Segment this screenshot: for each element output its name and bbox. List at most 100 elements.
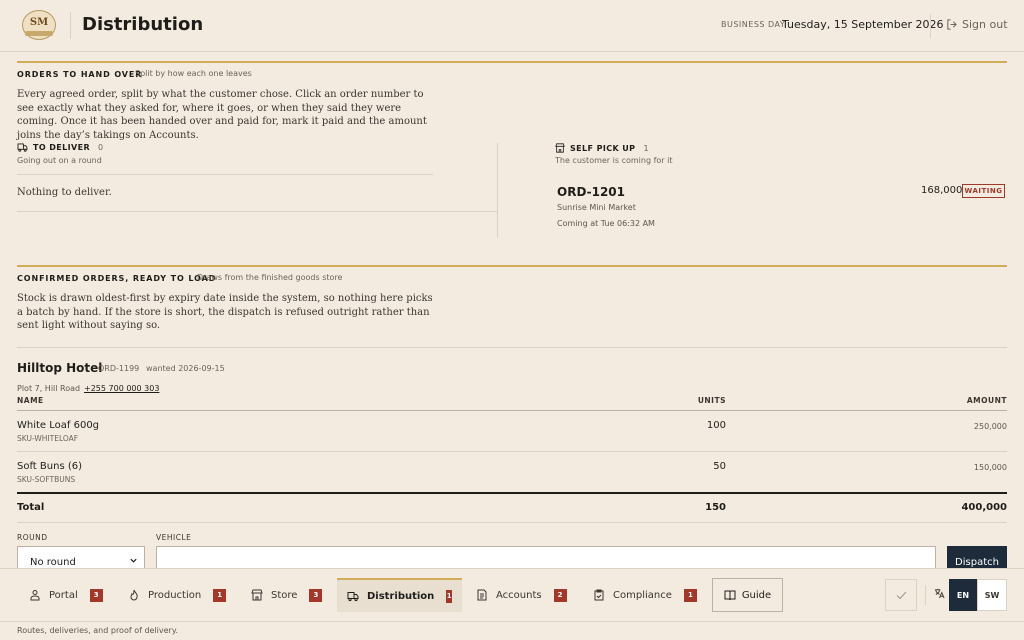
- document-icon: [476, 589, 488, 601]
- dispatch-button[interactable]: Dispatch: [947, 546, 1007, 568]
- header-divider: [70, 12, 71, 39]
- main-content: ORDERS TO HAND OVER Split by how each on…: [0, 52, 1024, 568]
- guide-button[interactable]: Guide: [712, 578, 783, 612]
- chevron-down-icon: [129, 556, 138, 565]
- customer-address: Plot 7, Hill Road: [17, 384, 81, 393]
- nav-badge: 3: [89, 588, 103, 602]
- nav-badge: 2: [553, 588, 567, 602]
- divider: [17, 522, 1007, 523]
- footer-divider: [0, 621, 1024, 622]
- self-pickup-label: SELF PICK UP: [570, 143, 636, 153]
- logo-band: [25, 31, 53, 36]
- item-amount: 150,000: [973, 463, 1007, 472]
- item-sku: SKU-WHITELOAF: [17, 434, 79, 443]
- confirmed-description: Stock is drawn oldest-first by expiry da…: [17, 293, 433, 332]
- page-title: Distribution: [82, 14, 204, 35]
- self-pickup-header: SELF PICK UP 1: [555, 143, 649, 153]
- page-description: Routes, deliveries, and proof of deliver…: [17, 626, 178, 635]
- nav-item-accounts[interactable]: Accounts 2: [466, 578, 577, 612]
- sign-out-icon: [946, 19, 957, 30]
- self-pickup-sub: The customer is coming for it: [555, 156, 673, 165]
- book-icon: [724, 590, 736, 601]
- section-rule: [17, 61, 1007, 63]
- round-select[interactable]: No round: [17, 546, 145, 568]
- total-amount: 400,000: [961, 502, 1007, 513]
- total-rule: [17, 492, 1007, 494]
- item-name: Soft Buns (6): [17, 461, 82, 472]
- handover-heading: ORDERS TO HAND OVER: [17, 70, 143, 79]
- business-day-date: Tuesday, 15 September 2026: [782, 18, 944, 31]
- confirmed-subheading: Draws from the finished goods store: [197, 273, 343, 282]
- nav-item-portal[interactable]: Portal 3: [19, 578, 113, 612]
- column-header-name: NAME: [17, 396, 44, 405]
- item-name: White Loaf 600g: [17, 420, 100, 431]
- nav-item-production[interactable]: Production 1: [118, 578, 236, 612]
- truck-icon: [17, 143, 28, 152]
- round-select-value: No round: [30, 557, 76, 568]
- nav-item-store[interactable]: Store 3: [241, 578, 332, 612]
- self-pickup-count: 1: [643, 143, 649, 153]
- brand-logo[interactable]: SM: [22, 10, 56, 40]
- handover-description: Every agreed order, split by what the cu…: [17, 89, 427, 141]
- table-header-rule: [17, 410, 1007, 411]
- truck-icon: [347, 590, 359, 602]
- language-en-button[interactable]: EN: [949, 579, 977, 611]
- item-units: 50: [713, 461, 726, 472]
- nav-badge: 3: [309, 588, 323, 602]
- item-amount: 250,000: [973, 422, 1007, 431]
- language-sw-button[interactable]: SW: [977, 579, 1007, 611]
- confirmed-heading: CONFIRMED ORDERS, READY TO LOAD: [17, 274, 217, 283]
- total-label: Total: [17, 502, 45, 513]
- sign-out-button[interactable]: Sign out: [946, 18, 1008, 31]
- divider: [17, 174, 433, 175]
- total-units: 150: [705, 502, 726, 513]
- empty-deliveries: Nothing to deliver.: [17, 187, 112, 198]
- to-deliver-sub: Going out on a round: [17, 156, 102, 165]
- header-divider-right: [930, 14, 931, 38]
- nav-badge: 1: [683, 588, 697, 602]
- language-divider: [925, 585, 926, 605]
- nav-label: Accounts: [496, 589, 542, 601]
- divider: [17, 211, 497, 212]
- nav-label: Portal: [49, 589, 78, 601]
- to-deliver-header: TO DELIVER 0: [17, 143, 104, 152]
- nav-item-distribution[interactable]: Distribution 1: [337, 578, 462, 612]
- guide-label: Guide: [741, 589, 772, 601]
- status-badge: WAITING: [962, 184, 1005, 198]
- business-day-label: BUSINESS DAY: [721, 20, 786, 29]
- store-icon: [251, 589, 263, 601]
- bottom-navigation: Portal 3 Production 1 Store 3 Distributi…: [0, 568, 1024, 640]
- portal-icon: [29, 589, 41, 601]
- item-sku: SKU-SOFTBUNS: [17, 475, 76, 484]
- order-customer: Sunrise Mini Market: [557, 203, 636, 212]
- customer-name: Hilltop Hotel: [17, 361, 103, 375]
- nav-item-compliance[interactable]: Compliance 1: [583, 578, 707, 612]
- order-amount: 168,000: [921, 185, 963, 196]
- translate-icon: [934, 588, 945, 599]
- round-label: ROUND: [17, 533, 48, 542]
- table-row-divider: [17, 451, 1007, 452]
- clipboard-icon: [593, 589, 605, 601]
- nav-badge: 1: [446, 589, 452, 603]
- nav-label: Distribution: [367, 590, 435, 602]
- shop-icon: [555, 143, 565, 153]
- column-divider: [497, 143, 498, 238]
- app-header: SM Distribution BUSINESS DAY Tuesday, 15…: [0, 0, 1024, 52]
- order-pickup-time: Coming at Tue 06:32 AM: [557, 219, 655, 228]
- logo-monogram: SM: [29, 17, 49, 28]
- to-deliver-label: TO DELIVER: [33, 143, 91, 152]
- vehicle-input[interactable]: [156, 546, 936, 568]
- check-button[interactable]: [885, 579, 917, 611]
- to-deliver-count: 0: [98, 143, 104, 152]
- flame-icon: [128, 589, 140, 601]
- check-icon: [896, 591, 907, 600]
- order-number-link[interactable]: ORD-1201: [557, 185, 625, 199]
- order-wanted-date: wanted 2026-09-15: [146, 364, 225, 373]
- order-number[interactable]: ORD-1199: [98, 364, 139, 373]
- nav-label: Store: [271, 589, 298, 601]
- nav-badge: 1: [213, 588, 227, 602]
- nav-label: Compliance: [613, 589, 672, 601]
- section-rule: [17, 265, 1007, 267]
- customer-phone-link[interactable]: +255 700 000 303: [84, 384, 159, 393]
- column-header-amount: AMOUNT: [966, 396, 1007, 405]
